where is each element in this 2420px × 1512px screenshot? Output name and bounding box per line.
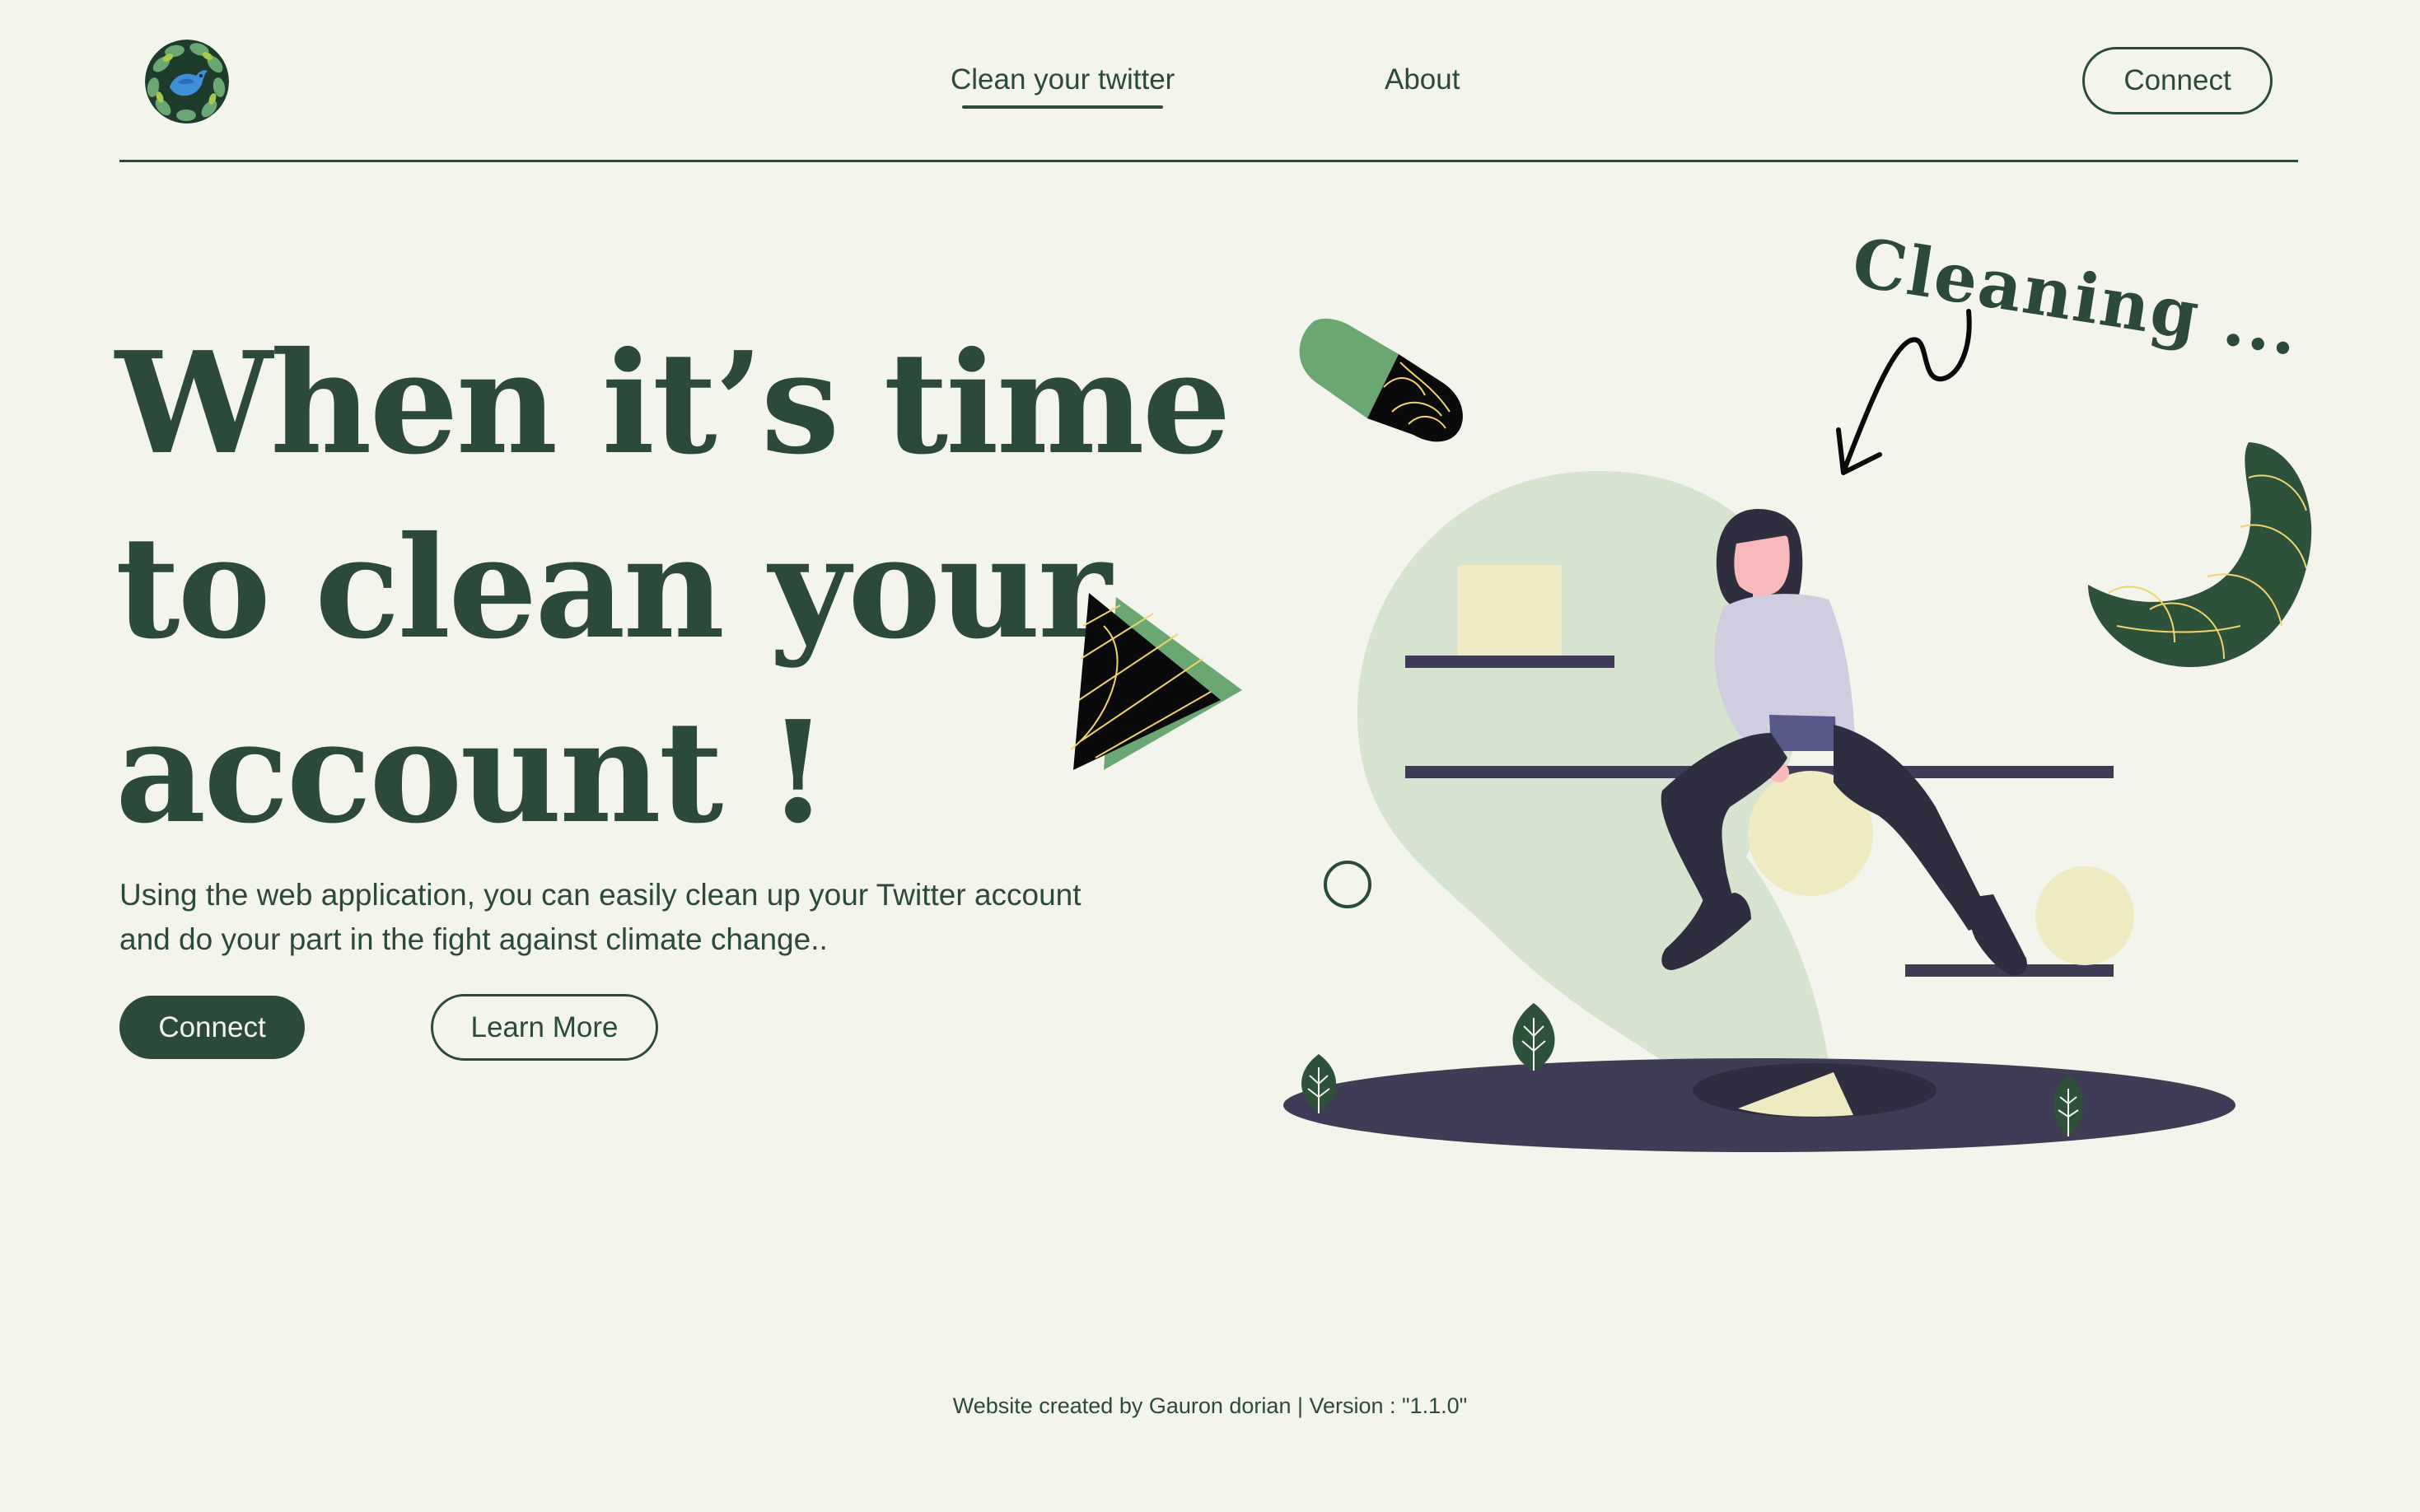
green-capsule-shape [1299,318,1463,442]
yellow-box [1458,565,1562,656]
hero-connect-label: Connect [158,1010,266,1043]
nav-clean-your-twitter[interactable]: Clean your twitter [951,58,1175,109]
learn-more-label: Learn More [470,1010,619,1043]
nav-about[interactable]: About [1385,58,1460,102]
logo-icon[interactable] [145,40,229,124]
bird-logo-icon [145,40,229,124]
triangle-shape [1070,593,1242,770]
plant-icon [1512,1003,1555,1071]
header-divider [119,160,2298,162]
outline-circle [1324,861,1371,908]
hero-title: When it’s time to clean your account ! [115,311,1231,865]
crescent-shape [2088,442,2312,667]
header-connect-label: Connect [2123,64,2231,96]
hero-connect-button[interactable]: Connect [119,996,305,1059]
yellow-ball-small [2035,866,2134,965]
squiggle-arrow-icon [1836,309,1972,475]
footer-credit: Website created by Gauron dorian | Versi… [952,1393,1468,1418]
hero-title-line-1: When it’s time [115,321,1231,486]
learn-more-button[interactable]: Learn More [431,994,658,1061]
active-nav-underline [962,105,1164,109]
landing-page: Clean your twitter About Connect When it… [0,0,2420,1512]
shelf-top [1405,656,1614,668]
header-connect-button[interactable]: Connect [2082,47,2273,114]
hero-title-line-2: to clean your [115,506,1112,670]
nav-about-label: About [1385,63,1460,96]
hero-title-line-3: account ! [115,690,829,855]
nav-clean-label: Clean your twitter [951,63,1175,96]
